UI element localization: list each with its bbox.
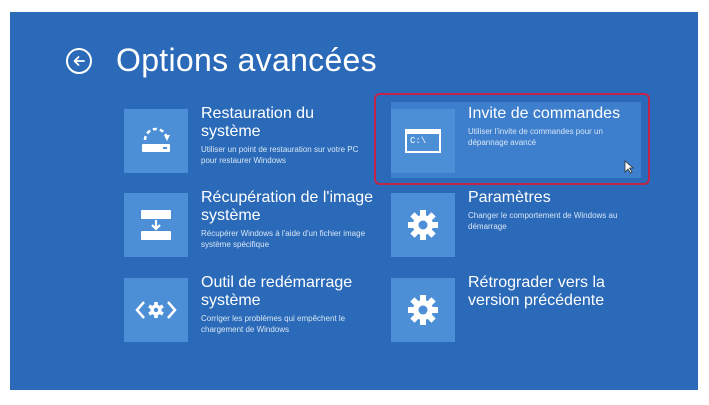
tile-description: Récupérer Windows à l'aide d'un fichier … <box>201 229 366 249</box>
tile-name: Restauration du système <box>201 105 314 140</box>
header: Options avancées <box>66 42 377 79</box>
tile-icon-box: C:\ <box>391 109 455 173</box>
tile-command-prompt[interactable]: C:\ Invite de commandes Utiliser l'invit… <box>391 102 641 178</box>
tile-description: Changer le comportement de Windows au dé… <box>468 211 618 231</box>
tile-icon-box <box>391 278 455 342</box>
startup-repair-icon <box>135 301 177 319</box>
tile-icon-box <box>124 109 188 173</box>
tile-system-image-recovery[interactable]: Récupération de l'image système Récupére… <box>124 189 374 257</box>
gear-icon <box>408 295 438 325</box>
system-image-icon <box>141 210 171 240</box>
tile-name: Récupération de l'image système <box>201 189 374 224</box>
command-prompt-icon: C:\ <box>405 129 441 153</box>
tile-settings[interactable]: Paramètres Changer le comportement de Wi… <box>391 189 641 257</box>
tile-icon-box <box>124 278 188 342</box>
gear-icon <box>408 210 438 240</box>
tile-icon-box <box>124 193 188 257</box>
tile-revert-previous-version[interactable]: Rétrograder vers la version précédente <box>391 274 641 342</box>
tile-startup-repair[interactable]: Outil de redémarrage système Corriger le… <box>124 274 374 342</box>
back-button[interactable] <box>66 47 92 74</box>
page-title: Options avancées <box>116 42 377 78</box>
tile-description: Corriger les problèmes qui empêchent le … <box>201 314 346 334</box>
system-restore-icon <box>142 127 170 152</box>
tile-description: Utiliser l'invite de commandes pour un d… <box>468 127 603 147</box>
advanced-options-screen: Options avancées Restauration du système… <box>10 12 698 390</box>
tile-icon-box <box>391 193 455 257</box>
tile-name: Paramètres <box>468 189 551 206</box>
tile-name: Invite de commandes <box>468 105 621 122</box>
tile-system-restore[interactable]: Restauration du système Utiliser un poin… <box>124 105 374 173</box>
mouse-cursor-icon <box>624 160 634 174</box>
tile-description: Utiliser un point de restauration sur vo… <box>201 145 359 165</box>
tile-name: Outil de redémarrage système <box>201 274 353 309</box>
tile-name: Rétrograder vers la version précédente <box>468 274 605 309</box>
back-arrow-icon <box>73 55 85 66</box>
